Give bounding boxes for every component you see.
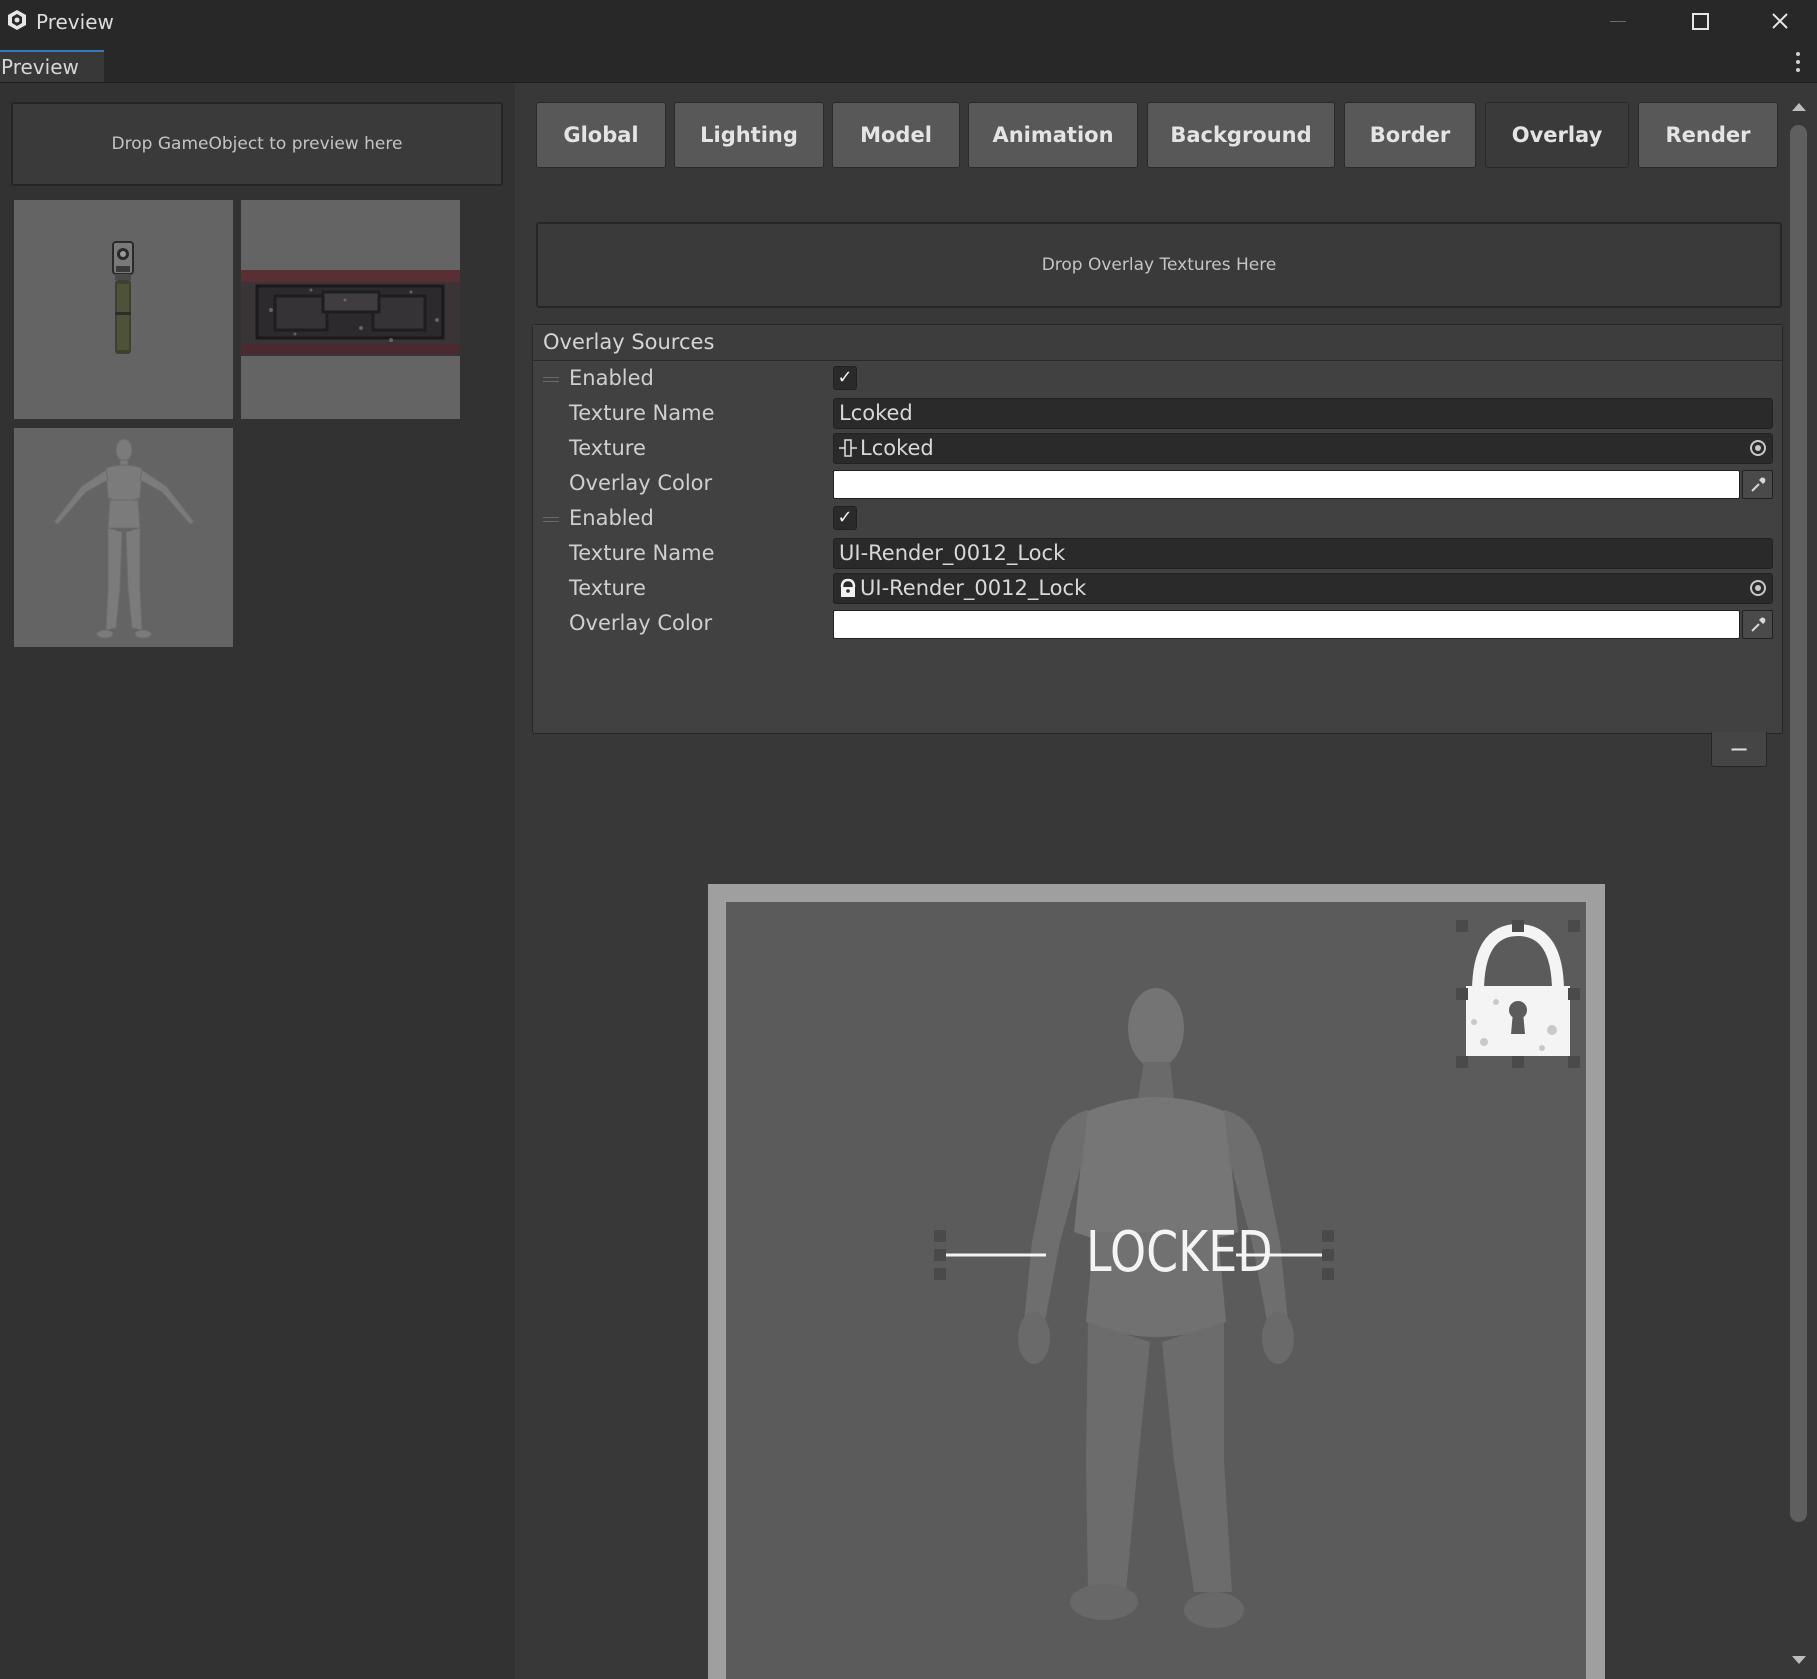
overlay-color-field[interactable] — [833, 470, 1740, 499]
tab-border[interactable]: Border — [1344, 102, 1476, 168]
minimize-button[interactable] — [1600, 6, 1636, 36]
lock-icon — [840, 578, 856, 597]
overlay-item-2-name-row: Texture Name UI-Render_0012_Lock — [533, 536, 1782, 571]
texture-name-input[interactable]: UI-Render_0012_Lock — [833, 538, 1773, 569]
overlay-color-label: Overlay Color — [569, 611, 713, 635]
eyedropper-icon — [1750, 617, 1765, 632]
tab-preview[interactable]: Preview — [0, 50, 104, 82]
texture-label: Texture — [569, 436, 646, 460]
right-panel: Global Lighting Model Animation Backgrou… — [524, 83, 1817, 1679]
window-title: Preview — [36, 10, 114, 34]
enabled-checkbox[interactable]: ✓ — [833, 366, 857, 390]
overlay-item-1-texture-row: Texture Lcoked — [533, 431, 1782, 466]
maximize-icon — [1691, 12, 1709, 30]
window-title-bar: Preview — [0, 0, 1817, 44]
enabled-label: Enabled — [569, 366, 654, 390]
overlay-sources-header[interactable]: Overlay Sources — [533, 325, 1782, 361]
close-icon — [1772, 13, 1788, 29]
eyedropper-button[interactable] — [1742, 610, 1773, 639]
object-picker-icon[interactable] — [1750, 580, 1766, 596]
tab-render[interactable]: Render — [1638, 102, 1778, 168]
locked-overlay-text: LOCKED — [1086, 1220, 1273, 1285]
preview-figure-graphic — [934, 920, 1580, 1628]
gameobject-drop-zone[interactable]: Drop GameObject to preview here — [11, 102, 503, 186]
overlay-texture-drop-zone[interactable]: Drop Overlay Textures Here — [536, 222, 1782, 308]
texture-name-label: Texture Name — [569, 541, 715, 565]
texture-thumbnail-icon — [839, 439, 857, 457]
tab-background[interactable]: Background — [1147, 102, 1335, 168]
texture-name-label: Texture Name — [569, 401, 715, 425]
texture-object-name: Lcoked — [860, 436, 934, 460]
editor-tab-strip: Preview — [0, 44, 1817, 83]
preview-image-frame: LOCKED — [708, 884, 1605, 1679]
overlay-sources-list: Overlay Sources Enabled ✓ Texture Name L… — [532, 324, 1783, 734]
eyedropper-icon — [1750, 477, 1765, 492]
overlay-item-1-name-row: Texture Name Lcoked — [533, 396, 1782, 431]
tab-overlay[interactable]: Overlay — [1485, 102, 1629, 168]
thumbnail-pistol[interactable] — [14, 200, 233, 419]
overlay-item-1-enabled-row: Enabled ✓ — [533, 361, 1782, 396]
drag-handle-icon[interactable] — [543, 517, 559, 525]
minimize-icon — [1610, 20, 1626, 22]
overlay-color-label: Overlay Color — [569, 471, 713, 495]
texture-label: Texture — [569, 576, 646, 600]
more-options-icon[interactable] — [1796, 52, 1802, 76]
overlay-item-2-texture-row: Texture UI-Render_0012_Lock — [533, 571, 1782, 606]
scrollbar-thumb[interactable] — [1790, 125, 1807, 1522]
overlay-item-2-enabled-row: Enabled ✓ — [533, 501, 1782, 536]
texture-name-input[interactable]: Lcoked — [833, 398, 1773, 429]
tab-animation[interactable]: Animation — [968, 102, 1138, 168]
lock-overlay-icon — [1456, 920, 1580, 1068]
preview-render: LOCKED — [726, 902, 1586, 1679]
eyedropper-button[interactable] — [1742, 470, 1773, 499]
tab-model[interactable]: Model — [832, 102, 960, 168]
unity-logo-icon — [8, 10, 26, 30]
object-picker-icon[interactable] — [1750, 440, 1766, 456]
drag-handle-icon[interactable] — [543, 377, 559, 385]
thumbnail-humanoid[interactable] — [14, 428, 233, 647]
scroll-down-arrow-icon[interactable] — [1792, 1656, 1806, 1664]
overlay-item-2-color-row: Overlay Color — [533, 606, 1782, 641]
tab-global[interactable]: Global — [536, 102, 666, 168]
enabled-label: Enabled — [569, 506, 654, 530]
close-button[interactable] — [1762, 6, 1798, 36]
maximize-button[interactable] — [1682, 6, 1718, 36]
texture-object-field[interactable]: UI-Render_0012_Lock — [833, 573, 1773, 604]
overlay-item-1-color-row: Overlay Color — [533, 466, 1782, 501]
thumbnail-weapon-case[interactable] — [241, 200, 460, 419]
texture-object-field[interactable]: Lcoked — [833, 433, 1773, 464]
overlay-color-field[interactable] — [833, 610, 1740, 639]
left-panel: Drop GameObject to preview here — [0, 83, 515, 1679]
scroll-up-arrow-icon[interactable] — [1792, 103, 1806, 111]
tab-lighting[interactable]: Lighting — [674, 102, 824, 168]
enabled-checkbox[interactable]: ✓ — [833, 506, 857, 530]
texture-object-name: UI-Render_0012_Lock — [860, 576, 1087, 600]
remove-item-button[interactable]: − — [1711, 732, 1767, 767]
